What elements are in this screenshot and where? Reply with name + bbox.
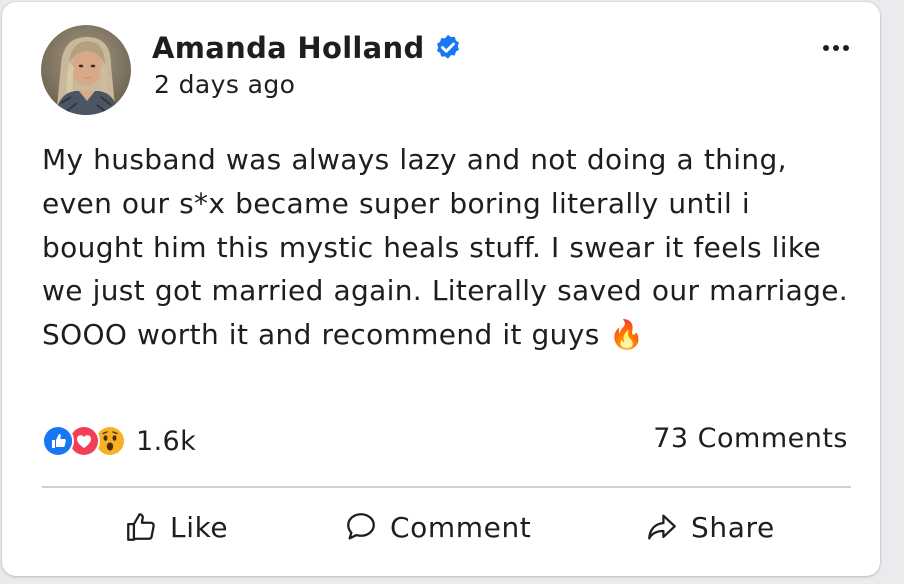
reaction-icons — [42, 425, 126, 457]
avatar-photo-icon — [41, 25, 131, 115]
post-body-text: My husband was always lazy and not doing… — [42, 143, 849, 352]
reactions-summary[interactable]: 1.6k — [42, 422, 196, 460]
divider — [42, 486, 851, 488]
post-actions-bar: Like Comment Share — [42, 502, 851, 552]
share-label: Share — [691, 510, 775, 544]
like-label: Like — [170, 510, 229, 544]
share-button[interactable]: Share — [645, 502, 775, 552]
thumbs-up-icon — [124, 510, 158, 544]
avatar[interactable] — [41, 25, 131, 115]
author-row: Amanda Holland — [152, 28, 463, 68]
like-button[interactable]: Like — [124, 502, 228, 552]
reaction-count: 1.6k — [136, 425, 197, 457]
post-timestamp[interactable]: 2 days ago — [154, 70, 295, 99]
comment-label: Comment — [390, 510, 532, 544]
comments-count-link[interactable]: 73 Comments — [653, 423, 848, 454]
verified-badge-icon — [433, 33, 463, 63]
more-options-icon — [823, 45, 829, 51]
like-reaction-icon — [42, 425, 74, 457]
post-card: Amanda Holland 2 days ago My husband was… — [2, 2, 880, 576]
comment-button[interactable]: Comment — [344, 502, 531, 552]
speech-bubble-icon — [344, 510, 378, 544]
author-name[interactable]: Amanda Holland — [152, 31, 425, 65]
share-arrow-icon — [645, 510, 679, 544]
more-options-button[interactable] — [818, 38, 854, 58]
